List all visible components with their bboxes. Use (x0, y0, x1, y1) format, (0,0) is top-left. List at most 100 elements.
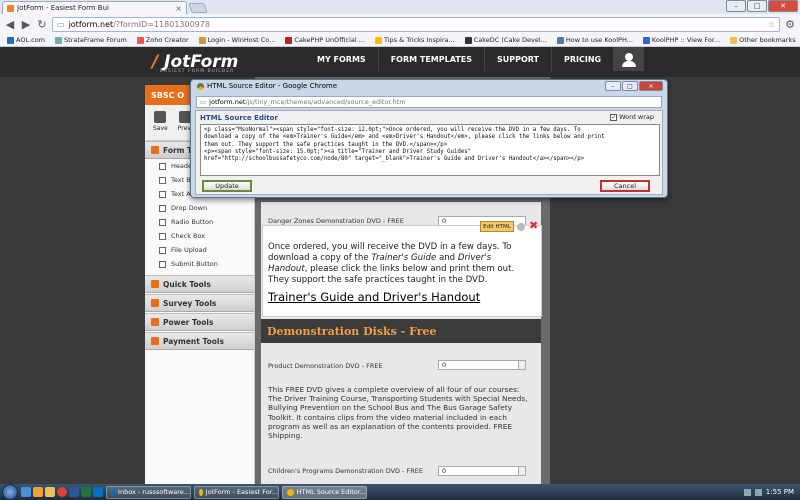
product-dvd-spinner[interactable] (518, 360, 526, 370)
bookmark-item[interactable]: StrataFrame Forum (50, 36, 132, 44)
user-account-button[interactable] (614, 47, 644, 71)
editor-title: HTML Source Editor (200, 114, 278, 122)
task-jotform[interactable]: JotForm - Easiest For... (194, 485, 279, 499)
childrens-dvd-spinner[interactable] (518, 466, 526, 476)
volume-icon[interactable] (754, 488, 762, 496)
form-tools-icon (151, 146, 159, 154)
bookmark-item[interactable]: KoolPHP :: View For... (638, 36, 725, 44)
reload-icon[interactable]: ↻ (36, 18, 48, 31)
properties-icon[interactable] (517, 223, 525, 231)
address-bar[interactable]: ▭ jotform.net/?formID=11801300978 ☆ (52, 16, 780, 32)
windows-taskbar: Inbox - russsoftware... JotForm - Easies… (0, 484, 800, 500)
bookmark-favicon-icon (136, 36, 144, 44)
remove-field-icon[interactable]: ✖ (529, 219, 538, 232)
text-block-content[interactable]: Once ordered, you will receive the DVD i… (268, 242, 533, 286)
media-icon[interactable] (33, 487, 43, 497)
update-button[interactable]: Update (202, 180, 252, 192)
edit-html-button[interactable]: Edit HTML (480, 221, 514, 232)
dialog-close-button[interactable]: ✕ (639, 81, 663, 91)
back-arrow-icon[interactable]: ◀ (4, 18, 16, 31)
tool-icon (159, 218, 166, 226)
form-tool-item[interactable]: Radio Button (145, 215, 254, 229)
chrome-taskbar-icon[interactable] (57, 487, 67, 497)
excel-icon[interactable] (81, 487, 91, 497)
outlook-icon[interactable] (93, 487, 103, 497)
section-header[interactable]: Power Tools (145, 313, 254, 331)
form-tool-item[interactable]: Check Box (145, 229, 254, 243)
folder-icon[interactable] (45, 487, 55, 497)
section-icon (151, 280, 159, 288)
close-tab-icon[interactable]: × (175, 4, 182, 13)
logo-tagline: EASIEST FORM BUILDER (160, 69, 235, 74)
childrens-dvd-label: Children's Programs Demonstration DVD - … (268, 467, 423, 475)
bookmark-item[interactable]: Tips & Tricks Inspira... (370, 36, 460, 44)
section-header[interactable]: Payment Tools (145, 332, 254, 350)
network-icon[interactable] (743, 488, 751, 496)
bookmark-favicon-icon (556, 36, 564, 44)
start-button[interactable] (2, 484, 18, 500)
word-icon[interactable] (69, 487, 79, 497)
user-icon (625, 53, 633, 61)
maximize-button[interactable]: □ (747, 0, 767, 12)
bookmark-item[interactable]: CakePHP UnOfficial ... (280, 36, 370, 44)
bookmark-item[interactable]: AOL.com (2, 36, 50, 44)
dialog-minimize-button[interactable]: – (605, 81, 621, 91)
close-window-button[interactable]: ✕ (768, 0, 798, 12)
nav-form-templates[interactable]: FORM TEMPLATES (379, 47, 485, 71)
tab-title: JotForm - Easiest Form Bui (17, 4, 109, 12)
section-header[interactable]: Quick Tools (145, 275, 254, 293)
page-icon: ▭ (200, 98, 207, 106)
tool-icon (159, 204, 166, 212)
bookmark-item[interactable]: How to use KoolPH... (552, 36, 638, 44)
bookmark-favicon-icon (374, 36, 382, 44)
tool-icon (159, 176, 166, 184)
browser-tab[interactable]: JotForm - Easiest Form Bui × (2, 1, 187, 14)
trainers-guide-link[interactable]: Trainer's Guide and Driver's Handout (268, 290, 480, 304)
system-tray: 1:55 PM (743, 488, 800, 496)
demonstration-disks-header: Demonstration Disks - Free (261, 319, 541, 343)
bookmark-star-icon[interactable]: ☆ (768, 20, 775, 29)
tool-icon (159, 260, 166, 268)
bookmark-favicon-icon (285, 36, 293, 44)
forward-arrow-icon[interactable]: ▶ (20, 18, 32, 31)
save-icon (154, 111, 167, 123)
bookmark-item[interactable]: Login - WinHost Co... (194, 36, 281, 44)
minimize-button[interactable]: – (726, 0, 746, 12)
chrome-icon (287, 488, 294, 496)
clock[interactable]: 1:55 PM (766, 488, 794, 496)
html-source-textarea[interactable]: <p class="MsoNormal"><span style="font-s… (200, 124, 660, 176)
word-wrap-checkbox[interactable]: ✓ (610, 113, 618, 121)
task-source-editor[interactable]: HTML Source Editor... (282, 485, 367, 499)
form-tool-item[interactable]: File Upload (145, 243, 254, 257)
product-dvd-description: This FREE DVD gives a complete overview … (268, 385, 528, 441)
word-wrap-toggle[interactable]: ✓ Word wrap (610, 113, 654, 121)
nav-my-forms[interactable]: MY FORMS (305, 47, 379, 71)
task-inbox[interactable]: Inbox - russsoftware... (106, 485, 191, 499)
save-button[interactable]: Save (153, 111, 168, 134)
url-path: /?formID=11801300978 (113, 19, 210, 29)
chrome-icon (197, 82, 204, 90)
bookmark-favicon-icon (7, 36, 14, 44)
nav-pricing[interactable]: PRICING (552, 47, 615, 71)
cancel-button[interactable]: Cancel (600, 180, 650, 192)
form-tool-item[interactable]: Drop Down (145, 201, 254, 215)
bookmark-item[interactable]: Zoho Creator (132, 36, 194, 44)
page-icon: ▭ (57, 19, 65, 29)
childrens-dvd-quantity[interactable]: 0 (438, 466, 526, 476)
bookmark-item[interactable]: CakeDC (Cake Devel... (460, 36, 552, 44)
dialog-maximize-button[interactable]: □ (622, 81, 638, 91)
quick-launch (21, 487, 103, 497)
browser-toolbar: ◀ ▶ ↻ ▭ jotform.net/?formID=11801300978 … (0, 14, 800, 34)
new-tab-button[interactable] (188, 3, 208, 13)
mail-icon (111, 488, 116, 496)
nav-support[interactable]: SUPPORT (485, 47, 553, 71)
section-header[interactable]: Survey Tools (145, 294, 254, 312)
product-dvd-quantity[interactable]: 0 (438, 360, 526, 370)
chrome-icon (199, 488, 203, 496)
explorer-icon[interactable] (21, 487, 31, 497)
form-tool-item[interactable]: Submit Button (145, 257, 254, 271)
other-bookmarks[interactable]: Other bookmarks (725, 36, 800, 44)
dialog-title-bar: HTML Source Editor - Google Chrome (197, 82, 337, 90)
wrench-icon[interactable]: ⚙ (784, 18, 796, 31)
tool-icon (159, 232, 166, 240)
